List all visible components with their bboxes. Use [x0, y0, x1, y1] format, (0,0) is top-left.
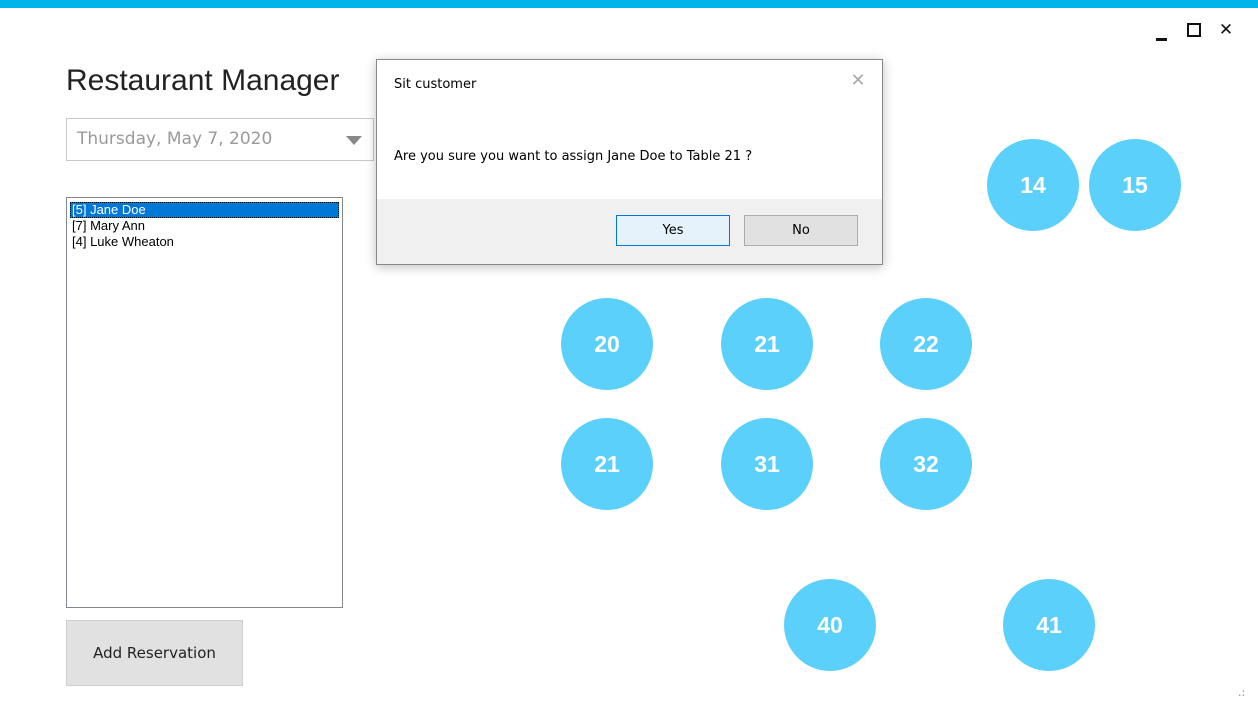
- add-reservation-button[interactable]: Add Reservation: [66, 620, 243, 686]
- no-button[interactable]: No: [744, 215, 858, 246]
- app-title: Restaurant Manager: [66, 64, 340, 98]
- table-22[interactable]: 22: [880, 298, 972, 390]
- table-32[interactable]: 32: [880, 418, 972, 510]
- yes-button[interactable]: Yes: [616, 215, 730, 246]
- dialog-close-icon[interactable]: ✕: [847, 70, 869, 92]
- dialog-message: Are you sure you want to assign Jane Doe…: [394, 149, 753, 164]
- table-41[interactable]: 41: [1003, 579, 1095, 671]
- reservation-list[interactable]: [5] Jane Doe [7] Mary Ann [4] Luke Wheat…: [66, 197, 343, 608]
- date-picker[interactable]: Thursday, May 7, 2020: [66, 118, 374, 161]
- maximize-icon: [1187, 23, 1201, 37]
- close-button[interactable]: ✕: [1213, 18, 1239, 44]
- table-21-second[interactable]: 21: [561, 418, 653, 510]
- minimize-icon: [1156, 38, 1167, 41]
- minimize-button[interactable]: [1150, 18, 1174, 44]
- reservation-item-jane-doe[interactable]: [5] Jane Doe: [70, 202, 339, 218]
- table-31[interactable]: 31: [721, 418, 813, 510]
- table-21[interactable]: 21: [721, 298, 813, 390]
- table-14[interactable]: 14: [987, 139, 1079, 231]
- close-icon: ✕: [1218, 20, 1234, 40]
- table-40[interactable]: 40: [784, 579, 876, 671]
- dialog-title: Sit customer: [394, 77, 477, 92]
- maximize-button[interactable]: [1181, 18, 1205, 44]
- table-20[interactable]: 20: [561, 298, 653, 390]
- sit-customer-dialog: Sit customer ✕ Are you sure you want to …: [376, 59, 883, 265]
- reservation-item-luke-wheaton[interactable]: [4] Luke Wheaton: [70, 234, 339, 250]
- resize-grip-icon[interactable]: .:: [1238, 686, 1245, 699]
- dialog-footer: Yes No: [377, 199, 882, 264]
- date-value: Thursday, May 7, 2020: [77, 129, 273, 149]
- reservation-item-mary-ann[interactable]: [7] Mary Ann: [70, 218, 339, 234]
- accent-bar: [0, 0, 1258, 8]
- table-15[interactable]: 15: [1089, 139, 1181, 231]
- dropdown-arrow-icon[interactable]: [346, 136, 362, 145]
